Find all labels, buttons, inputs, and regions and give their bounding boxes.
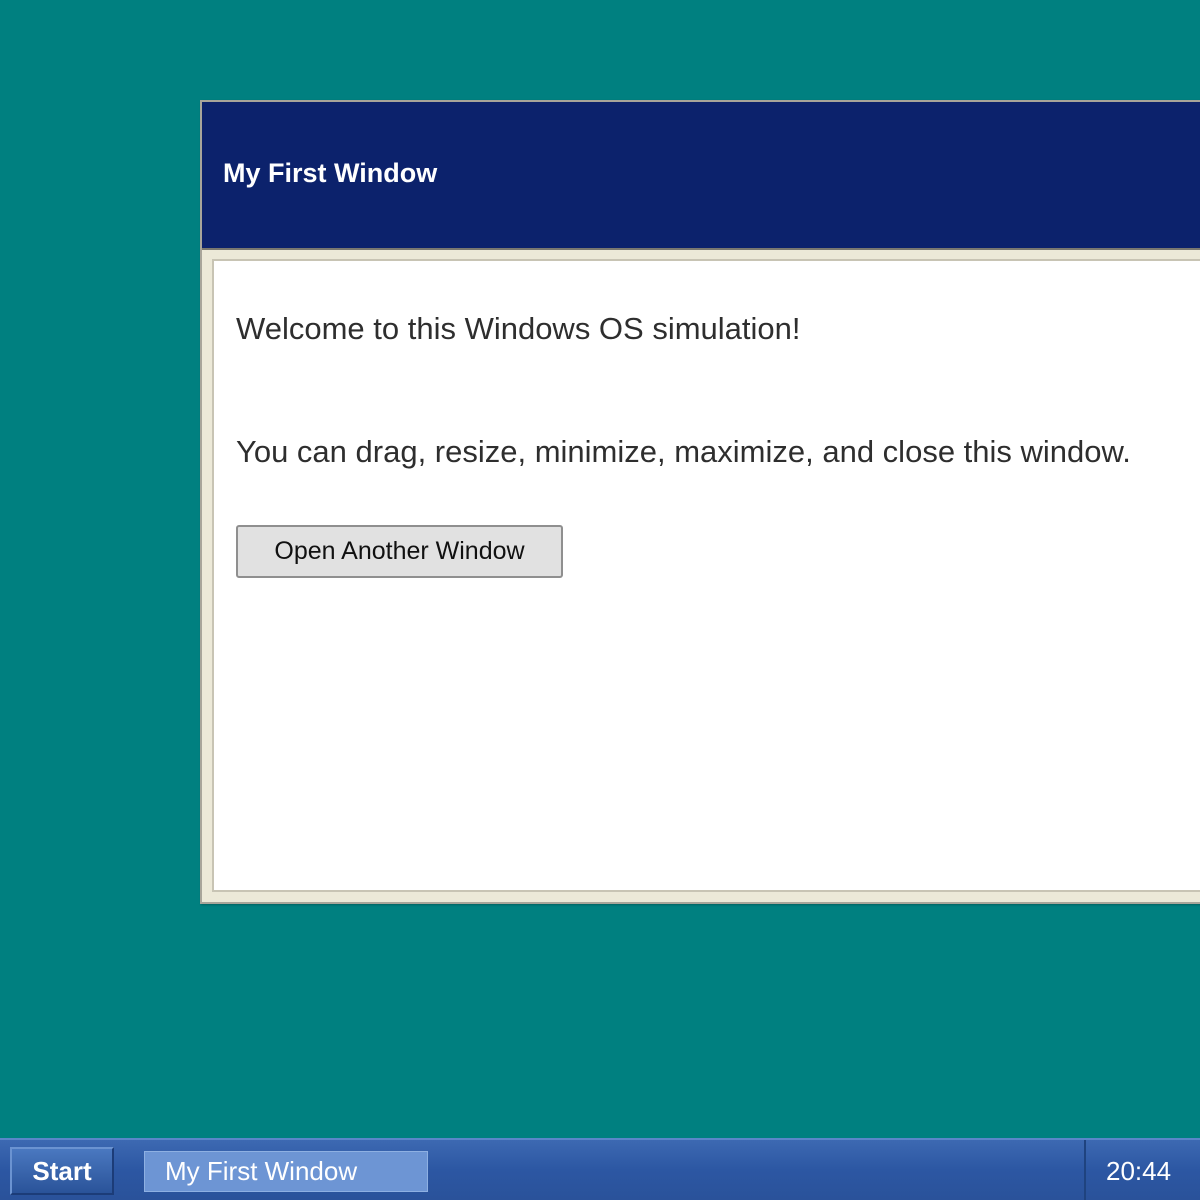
window-titlebar[interactable]: My First Window bbox=[202, 102, 1200, 250]
start-button[interactable]: Start bbox=[10, 1147, 114, 1195]
system-tray: 20:44 bbox=[1084, 1140, 1200, 1200]
clock: 20:44 bbox=[1106, 1156, 1172, 1186]
instructions-text: You can drag, resize, minimize, maximize… bbox=[236, 434, 1131, 469]
taskbar-item-my-first-window[interactable]: My First Window bbox=[144, 1151, 428, 1192]
app-window[interactable]: My First Window Welcome to this Windows … bbox=[200, 100, 1200, 904]
open-another-window-button[interactable]: Open Another Window bbox=[236, 525, 563, 578]
taskbar: Start My First Window 20:44 bbox=[0, 1138, 1200, 1200]
welcome-text: Welcome to this Windows OS simulation! bbox=[236, 311, 801, 346]
window-title: My First Window bbox=[223, 158, 438, 188]
window-content: Welcome to this Windows OS simulation! Y… bbox=[212, 259, 1200, 892]
